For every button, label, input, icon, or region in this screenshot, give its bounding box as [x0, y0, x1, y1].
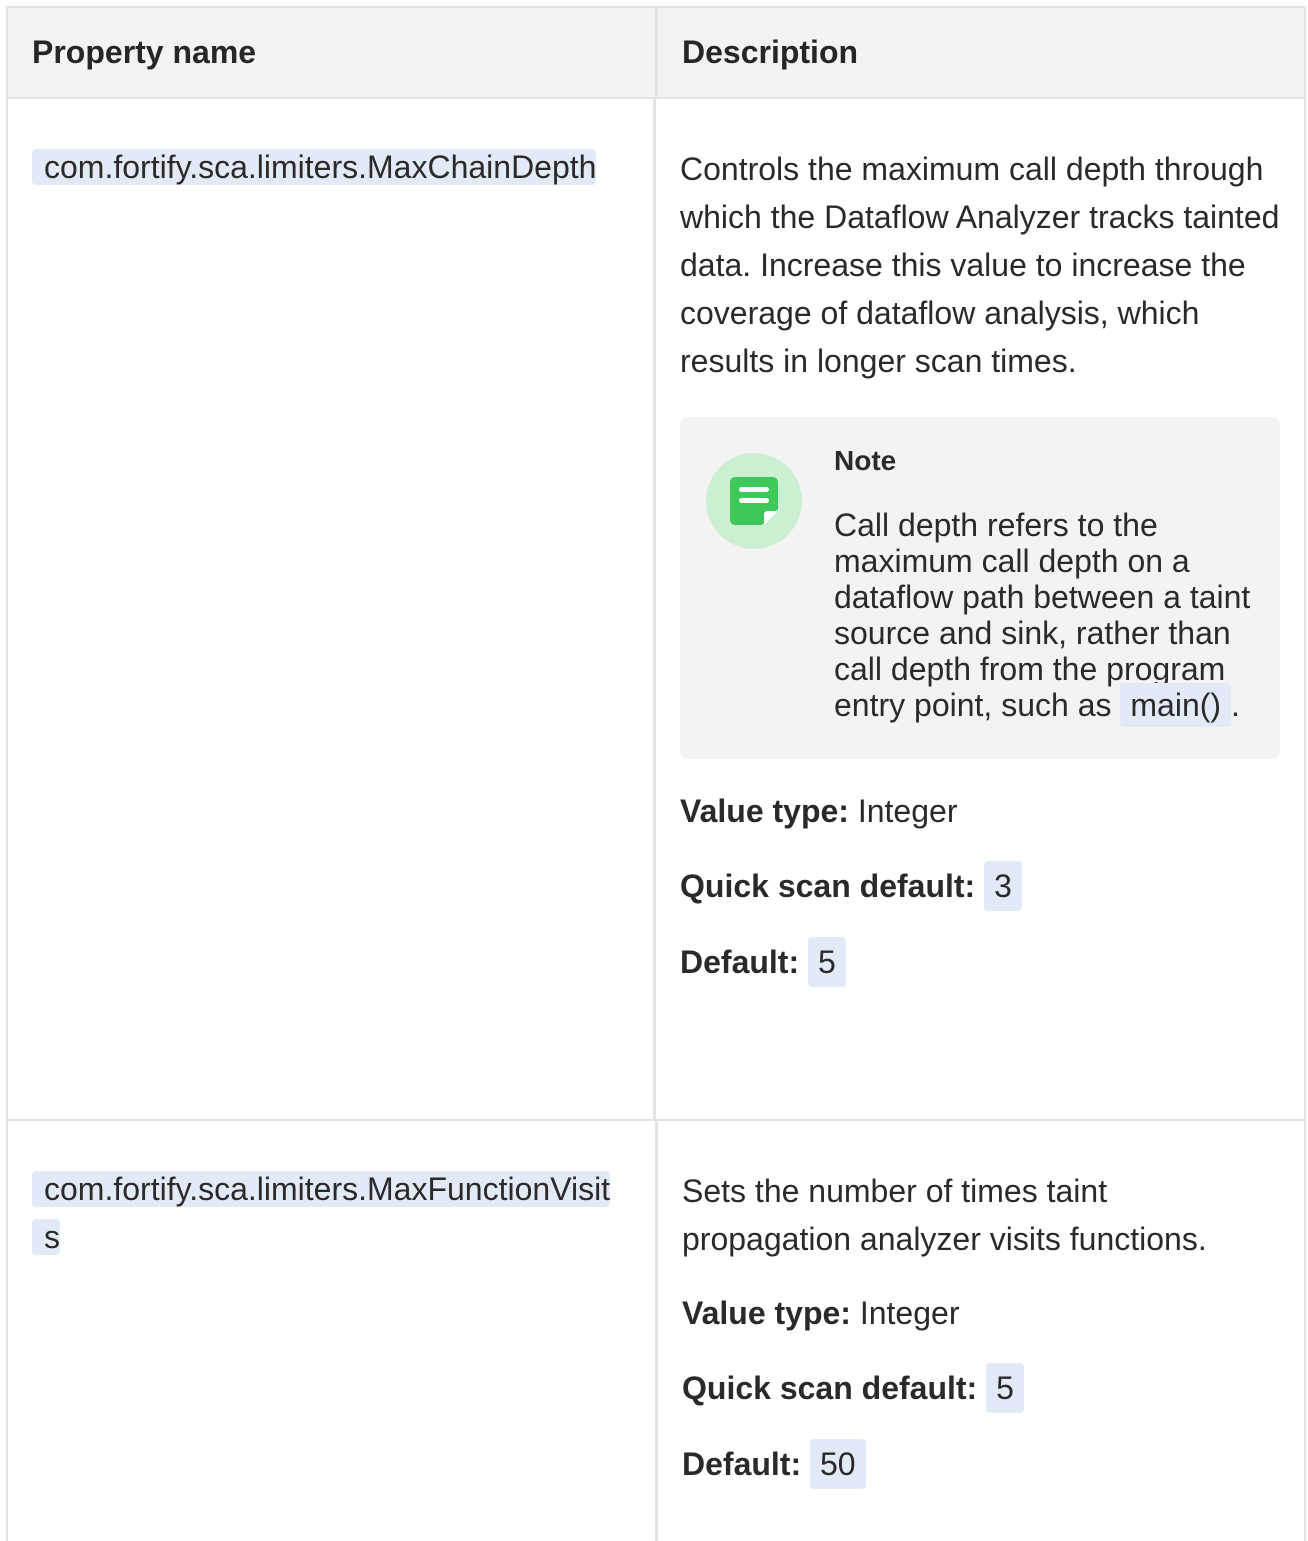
default-label: Default: [680, 944, 800, 980]
description-text: Controls the maximum call depth through … [680, 151, 1280, 379]
table-row: com.fortify.sca.limiters.MaxFunctionVisi… [8, 1121, 1304, 1541]
value-type-value: Integer [857, 793, 958, 829]
property-name-cell: com.fortify.sca.limiters.MaxFunctionVisi… [8, 1121, 658, 1541]
header-description: Description [682, 34, 859, 70]
note-text: Call depth refers to the maximum call de… [834, 507, 1260, 727]
quick-scan-default-line: Quick scan default: 3 [680, 861, 1280, 911]
properties-table: Property name Description com.fortify.sc… [6, 6, 1306, 1541]
value-type-value: Integer [859, 1295, 960, 1331]
description-text: Sets the number of times taint propagati… [682, 1173, 1207, 1257]
note-title: Note [834, 445, 897, 476]
value-type-label: Value type: [682, 1295, 851, 1331]
quick-scan-default-value: 5 [986, 1363, 1024, 1413]
description-cell: Sets the number of times taint propagati… [658, 1121, 1304, 1541]
quick-scan-default-label: Quick scan default: [680, 868, 976, 904]
value-type-line: Value type: Integer [680, 787, 1280, 835]
note-icon-graphic [730, 477, 778, 525]
value-type-line: Value type: Integer [682, 1289, 1280, 1337]
default-value: 5 [808, 937, 846, 987]
default-label: Default: [682, 1446, 802, 1482]
value-type-label: Value type: [680, 793, 849, 829]
default-line: Default: 50 [682, 1439, 1280, 1489]
default-value: 50 [810, 1439, 866, 1489]
quick-scan-default-line: Quick scan default: 5 [682, 1363, 1280, 1413]
quick-scan-default-label: Quick scan default: [682, 1370, 978, 1406]
property-name-code: com.fortify.sca.limiters.MaxFunctionVisi… [32, 1165, 622, 1261]
quick-scan-default-value: 3 [984, 861, 1022, 911]
default-line: Default: 5 [680, 937, 1280, 987]
header-property-name: Property name [8, 8, 658, 97]
property-name-code: com.fortify.sca.limiters.MaxChainDepth [32, 143, 622, 191]
table-row: com.fortify.sca.limiters.MaxChainDepth C… [8, 99, 1304, 1121]
table-header-row: Property name Description [8, 8, 1304, 99]
note-icon [706, 453, 802, 549]
property-name-cell: com.fortify.sca.limiters.MaxChainDepth [8, 99, 656, 1119]
description-cell: Controls the maximum call depth through … [656, 99, 1304, 1119]
note-body: Note Call depth refers to the maximum ca… [834, 443, 1260, 727]
code-main: main() [1120, 683, 1232, 727]
note-callout: Note Call depth refers to the maximum ca… [680, 417, 1280, 759]
